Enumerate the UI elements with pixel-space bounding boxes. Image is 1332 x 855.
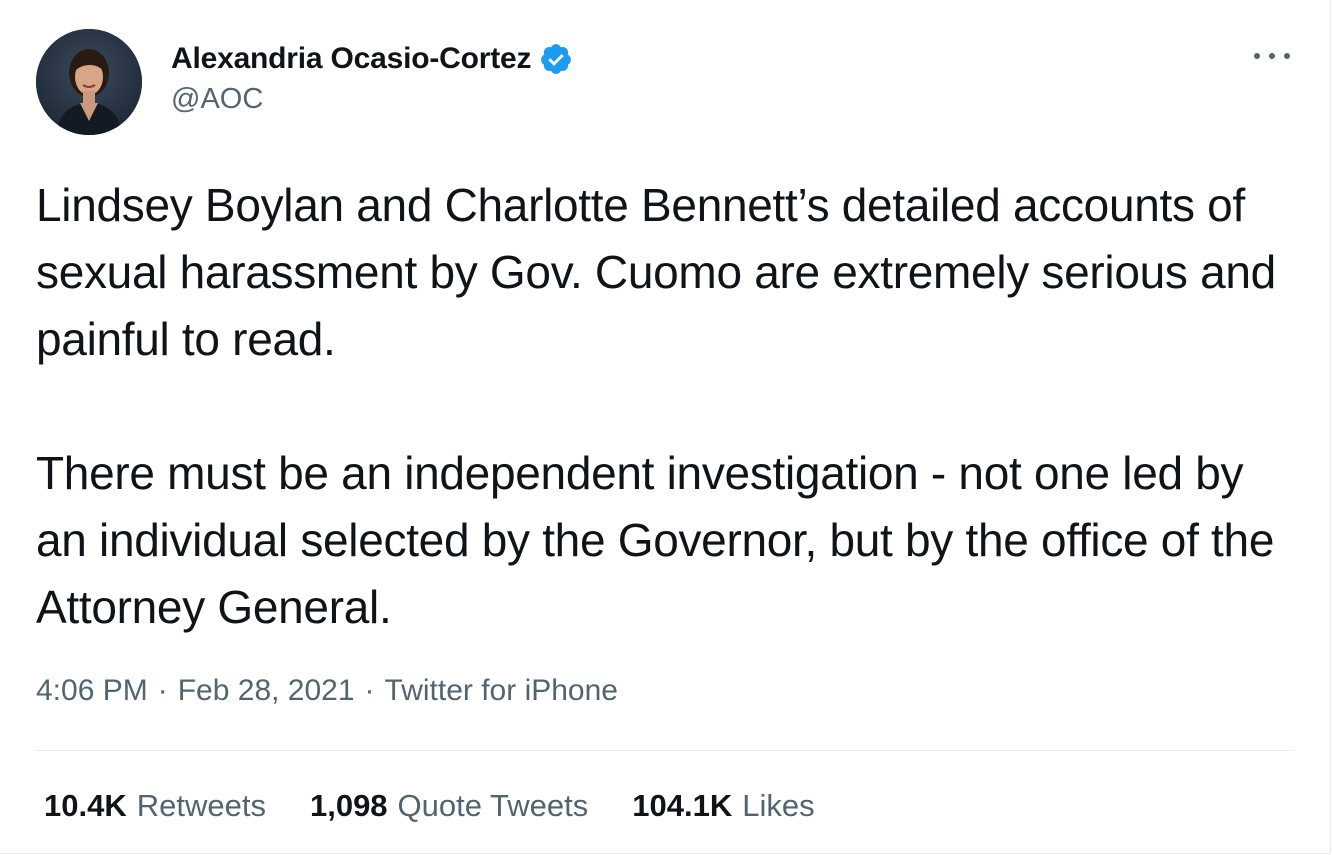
author-display-name[interactable]: Alexandria Ocasio-Cortez — [171, 42, 532, 76]
likes-count: 104.1K — [632, 788, 733, 823]
retweets-count: 10.4K — [44, 788, 127, 823]
author-names: Alexandria Ocasio-Cortez @AOC — [171, 41, 573, 116]
more-horizontal-icon — [1284, 53, 1290, 59]
quote-tweets-count: 1,098 — [309, 788, 388, 823]
meta-separator: · — [364, 674, 375, 707]
retweets-stat[interactable]: 10.4K Retweets — [44, 788, 266, 824]
tweet-header: Alexandria Ocasio-Cortez @AOC — [36, 29, 573, 135]
tweet-text: Lindsey Boylan and Charlotte Bennett’s d… — [36, 172, 1306, 641]
tweet-stats: 10.4K Retweets 1,098 Quote Tweets 104.1K… — [44, 788, 815, 824]
tweet-card: Alexandria Ocasio-Cortez @AOC Lindsey Bo… — [0, 0, 1331, 854]
divider — [36, 750, 1294, 751]
retweets-label: Retweets — [136, 788, 266, 823]
more-horizontal-icon — [1254, 53, 1260, 59]
meta-separator: · — [157, 674, 168, 707]
tweet-time[interactable]: 4:06 PM — [36, 674, 148, 708]
author-handle[interactable]: @AOC — [171, 83, 573, 116]
profile-photo-icon — [36, 29, 142, 135]
author-name-row: Alexandria Ocasio-Cortez — [171, 41, 573, 77]
tweet-paragraph: There must be an independent investigati… — [36, 447, 1275, 633]
quote-tweets-label: Quote Tweets — [397, 788, 589, 823]
avatar[interactable] — [36, 29, 142, 135]
tweet-metadata: 4:06 PM · Feb 28, 2021 · Twitter for iPh… — [36, 674, 618, 708]
tweet-source[interactable]: Twitter for iPhone — [385, 674, 618, 708]
verified-badge-icon — [541, 44, 572, 74]
tweet-date[interactable]: Feb 28, 2021 — [178, 674, 355, 708]
quote-tweets-stat[interactable]: 1,098 Quote Tweets — [310, 788, 588, 824]
tweet-paragraph: Lindsey Boylan and Charlotte Bennett’s d… — [36, 179, 1276, 365]
likes-stat[interactable]: 104.1K Likes — [632, 788, 814, 824]
more-options-button[interactable] — [1254, 44, 1290, 68]
more-horizontal-icon — [1269, 53, 1275, 59]
likes-label: Likes — [742, 788, 815, 823]
